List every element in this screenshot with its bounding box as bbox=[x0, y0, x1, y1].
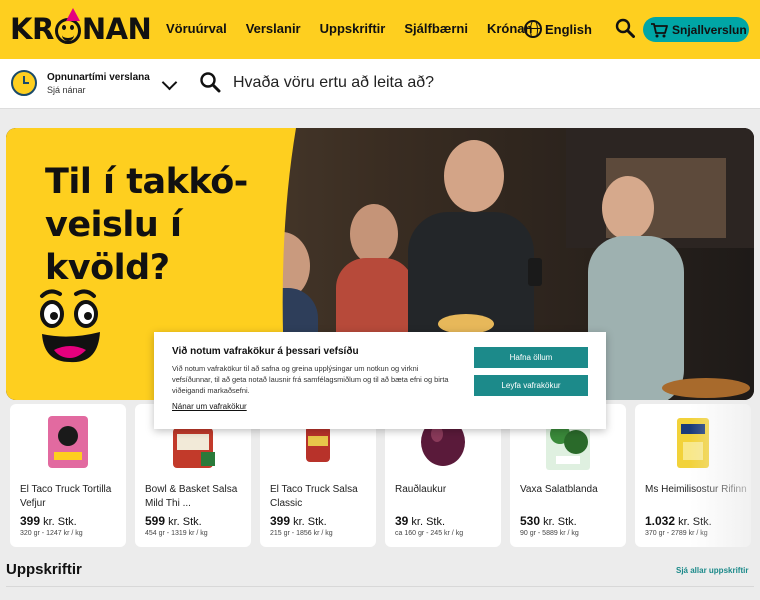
see-all-recipes-link[interactable]: Sjá allar uppskriftir bbox=[676, 566, 748, 575]
product-unit-price: 90 gr - 5889 kr / kg bbox=[520, 530, 579, 537]
product-unit-price: ca 160 gr - 245 kr / kg bbox=[395, 530, 464, 537]
top-nav-bar: KR NAN Vöruúrval Verslanir Uppskriftir Sj… bbox=[0, 0, 760, 59]
tortilla-pack-icon bbox=[48, 416, 88, 468]
cookie-consent-dialog: Við notum vafrakökur á þessari vefsíðu V… bbox=[154, 332, 606, 429]
secondary-bar: Opnunartími verslana Sjá nánar bbox=[0, 59, 760, 109]
smiley-mascot-icon bbox=[40, 289, 100, 363]
product-price: 399 kr. Stk. bbox=[20, 514, 77, 528]
reject-all-button[interactable]: Hafna öllum bbox=[474, 347, 588, 368]
cookie-title: Við notum vafrakökur á þessari vefsíðu bbox=[172, 346, 359, 357]
accept-cookies-button[interactable]: Leyfa vafrakökur bbox=[474, 375, 588, 396]
logo-text-nan: NAN bbox=[81, 12, 152, 46]
product-price: 399 kr. Stk. bbox=[270, 514, 327, 528]
cookie-more-info-link[interactable]: Nánar um vafrakökur bbox=[172, 402, 247, 411]
product-price: 599 kr. Stk. bbox=[145, 514, 202, 528]
product-unit-price: 454 gr - 1319 kr / kg bbox=[145, 530, 208, 537]
cookie-description: Við notum vafrakökur til að safna og gre… bbox=[172, 364, 449, 395]
opening-hours-link[interactable]: Sjá nánar bbox=[47, 85, 86, 95]
globe-icon bbox=[524, 20, 542, 38]
product-name: Vaxa Salatblanda bbox=[520, 484, 598, 495]
opening-hours-title[interactable]: Opnunartími verslana bbox=[47, 72, 150, 83]
nav-item-sjalfbaerni[interactable]: Sjálfbærni bbox=[404, 21, 468, 36]
chevron-down-icon[interactable] bbox=[161, 74, 178, 91]
logo-text-k: KR bbox=[10, 12, 54, 46]
nav-item-uppskriftir[interactable]: Uppskriftir bbox=[320, 21, 386, 36]
logo-smiley-icon bbox=[54, 18, 81, 44]
product-name: El Taco Truck Tortilla Vefjur bbox=[20, 484, 112, 509]
search-icon[interactable] bbox=[615, 18, 635, 38]
kronan-logo[interactable]: KR NAN bbox=[10, 8, 152, 50]
product-search-input[interactable] bbox=[233, 71, 733, 95]
language-label: English bbox=[545, 21, 592, 37]
product-unit-price: 320 gr - 1247 kr / kg bbox=[20, 530, 83, 537]
clock-icon bbox=[11, 70, 37, 96]
product-card[interactable]: El Taco Truck Tortilla Vefjur 399 kr. St… bbox=[10, 404, 126, 547]
smart-store-label: Snjallverslun bbox=[672, 22, 747, 37]
party-hat-icon bbox=[66, 8, 80, 21]
product-unit-price: 215 gr - 1856 kr / kg bbox=[270, 530, 333, 537]
smart-store-button[interactable]: Snjallverslun bbox=[643, 17, 749, 42]
divider bbox=[6, 586, 754, 587]
cart-icon bbox=[651, 22, 668, 37]
product-name: Bowl & Basket Salsa Mild Thi ... bbox=[145, 484, 238, 509]
nav-item-verslanir[interactable]: Verslanir bbox=[246, 21, 301, 36]
search-icon bbox=[200, 72, 221, 93]
product-price: 39 kr. Stk. bbox=[395, 514, 446, 528]
recipes-heading: Uppskriftir bbox=[6, 561, 82, 578]
carousel-fade-overlay bbox=[690, 404, 760, 547]
main-nav: Vöruúrval Verslanir Uppskriftir Sjálfbær… bbox=[166, 21, 551, 36]
product-name: Rauðlaukur bbox=[395, 484, 447, 495]
product-name: El Taco Truck Salsa Classic bbox=[270, 484, 358, 509]
language-switch[interactable]: English bbox=[524, 20, 592, 38]
product-price: 530 kr. Stk. bbox=[520, 514, 577, 528]
nav-item-voruurval[interactable]: Vöruúrval bbox=[166, 21, 227, 36]
hero-headline: Til í takkó-veislu í kvöld? bbox=[45, 162, 248, 288]
